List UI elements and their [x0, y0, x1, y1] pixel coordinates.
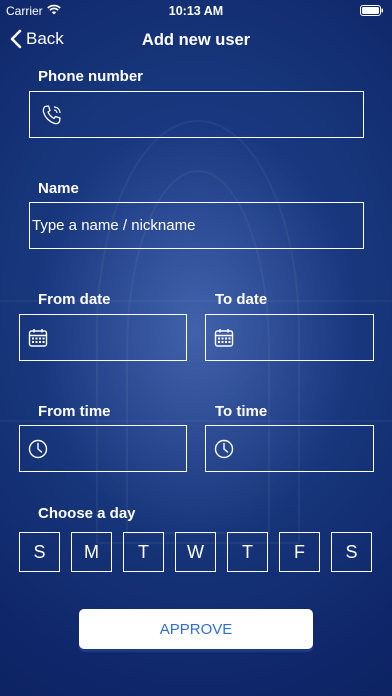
day-button-tuesday[interactable]: T: [123, 532, 164, 572]
approve-button[interactable]: APPROVE: [79, 609, 313, 649]
choose-day-label: Choose a day: [38, 505, 136, 522]
background-line: [0, 420, 392, 422]
from-time-field[interactable]: [19, 425, 251, 472]
clock-time: 10:13 AM: [168, 4, 224, 18]
phone-number-input[interactable]: [64, 92, 363, 137]
name-input[interactable]: [30, 203, 363, 248]
to-date-label: To date: [215, 291, 268, 308]
from-time-label: From time: [38, 403, 111, 420]
day-button-saturday[interactable]: S: [331, 532, 372, 572]
day-button-thursday[interactable]: T: [227, 532, 268, 572]
clock-icon: [28, 439, 48, 459]
name-label: Name: [38, 180, 79, 197]
clock-icon: [214, 439, 234, 459]
to-time-label: To time: [215, 403, 268, 420]
day-button-sunday[interactable]: S: [19, 532, 60, 572]
calendar-icon: [214, 328, 234, 348]
to-date-field[interactable]: [205, 314, 392, 361]
phone-number-label: Phone number: [38, 68, 144, 85]
calendar-icon: [28, 328, 48, 348]
from-date-field[interactable]: [19, 314, 251, 361]
day-button-monday[interactable]: M: [71, 532, 112, 572]
name-field[interactable]: [29, 202, 364, 249]
page-title: Add new user: [141, 31, 251, 49]
status-bar: Carrier 10:13 AM: [0, 0, 392, 22]
phone-icon: [40, 103, 64, 127]
to-date-input[interactable]: [234, 315, 392, 360]
day-button-friday[interactable]: F: [279, 532, 320, 572]
navigation-bar: Back Add new user: [0, 26, 392, 56]
phone-number-field[interactable]: [29, 91, 364, 138]
to-time-field[interactable]: [205, 425, 392, 472]
to-time-input[interactable]: [234, 426, 392, 471]
day-selector: S M T W T F S: [19, 532, 375, 572]
day-button-wednesday[interactable]: W: [175, 532, 216, 572]
battery-icon: [360, 5, 383, 16]
from-date-label: From date: [38, 291, 111, 308]
